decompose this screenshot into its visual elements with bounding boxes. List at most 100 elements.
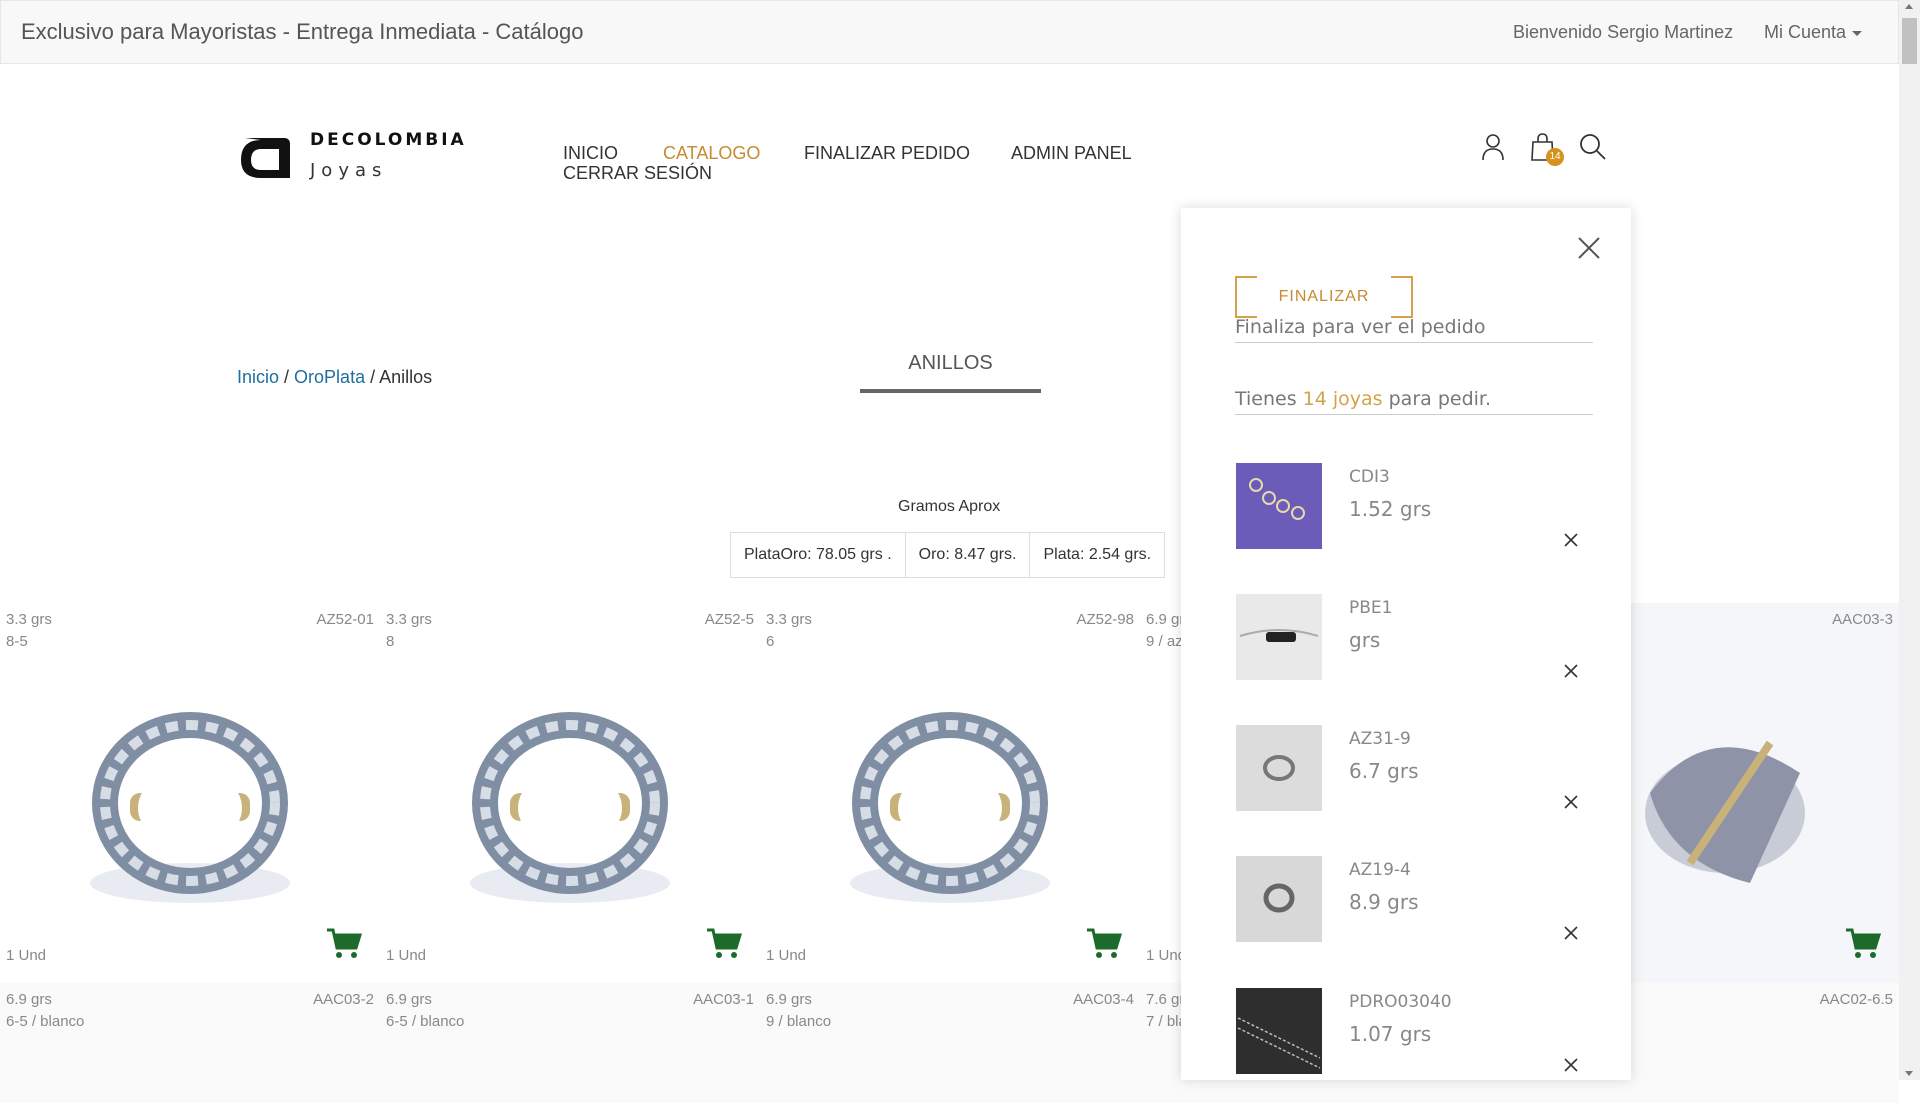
add-to-cart-icon[interactable] — [706, 927, 742, 959]
breadcrumb-sep: / — [279, 367, 295, 387]
count-prefix: Tienes — [1235, 388, 1303, 410]
item-thumbnail[interactable] — [1236, 594, 1322, 680]
product-units: 1 Und — [766, 947, 807, 964]
ring-product-image[interactable] — [1630, 693, 1820, 913]
product-size: 9 / blanco — [766, 1013, 832, 1030]
account-dropdown[interactable]: Mi Cuenta — [1764, 22, 1863, 43]
product-size: 8-5 — [6, 633, 28, 650]
product-weight: 6.9 grs — [6, 991, 52, 1008]
tab-anillos-label: ANILLOS — [908, 352, 993, 374]
product-weight: 6.9 grs — [386, 991, 432, 1008]
item-code: AZ19-4 — [1349, 860, 1411, 880]
product-card[interactable]: 3.3 grs 8-5 AZ52-01 1 Und — [0, 603, 380, 983]
remove-item-icon[interactable] — [1564, 1058, 1578, 1072]
item-grams: 8.9 grs — [1349, 890, 1419, 914]
item-grams: 1.52 grs — [1349, 497, 1432, 521]
product-units: 1 Und — [6, 947, 47, 964]
finalizar-button[interactable]: FINALIZAR — [1235, 276, 1413, 318]
product-code: AAC03-1 — [693, 991, 754, 1008]
item-grams: 1.07 grs — [1349, 1022, 1432, 1046]
product-card[interactable]: 6.9 grs 6-5 / blanco AAC03-1 — [380, 983, 760, 1103]
ring-product-image[interactable] — [75, 693, 305, 913]
product-card[interactable]: 6.9 grs 9 / blanco AAC03-4 — [760, 983, 1140, 1103]
account-label: Mi Cuenta — [1764, 22, 1847, 42]
product-code: AAC03-2 — [313, 991, 374, 1008]
product-code: AAC03-4 — [1073, 991, 1134, 1008]
cart-item: AZ19-4 8.9 grs — [1236, 856, 1596, 987]
navbar-brand[interactable]: Exclusivo para Mayoristas - Entrega Inme… — [21, 19, 583, 45]
product-size: 6-5 / blanco — [386, 1013, 465, 1030]
breadcrumb-home[interactable]: Inicio — [237, 367, 279, 387]
gramos-plataoro: PlataOro: 78.05 grs . — [731, 533, 906, 577]
close-icon[interactable] — [1577, 236, 1601, 260]
cart-item: CDI3 1.52 grs — [1236, 463, 1596, 594]
remove-item-icon[interactable] — [1564, 795, 1578, 809]
ring-product-image[interactable] — [835, 693, 1065, 913]
item-code: PBE1 — [1349, 598, 1393, 618]
product-size: 6 — [766, 633, 775, 650]
item-grams: grs — [1349, 628, 1381, 652]
tab-active-underline — [860, 389, 1041, 393]
product-card[interactable]: 6.9 grs 6-5 / blanco AAC03-2 — [0, 983, 380, 1103]
item-thumbnail[interactable] — [1236, 988, 1322, 1074]
ring-product-image[interactable] — [455, 693, 685, 913]
nav-catalogo[interactable]: CATALOGO — [663, 143, 760, 164]
product-units: 1 Und — [386, 947, 427, 964]
product-card[interactable]: 3.3 grs 8 AZ52-5 1 Und — [380, 603, 760, 983]
scroll-down-arrow-icon[interactable] — [1905, 1071, 1913, 1076]
gramos-title: Gramos Aprox — [898, 498, 1001, 515]
product-code: AZ52-98 — [1076, 611, 1134, 628]
breadcrumb-current: Anillos — [379, 367, 433, 387]
user-icon[interactable] — [1478, 132, 1508, 162]
count-suffix: para pedir. — [1382, 388, 1492, 410]
logo-text-sub: Joyas — [310, 160, 388, 181]
gramos-oro: Oro: 8.47 grs. — [906, 533, 1031, 577]
caret-down-icon — [1852, 30, 1863, 36]
welcome-text: Bienvenido Sergio Martinez — [1513, 22, 1734, 42]
product-code: AAC03-3 — [1832, 611, 1893, 628]
product-weight: 6.9 grs — [766, 991, 812, 1008]
cart-item: AZ31-9 6.7 grs — [1236, 725, 1596, 856]
finalizar-hint: Finaliza para ver el pedido — [1235, 316, 1593, 343]
add-to-cart-icon[interactable] — [1086, 927, 1122, 959]
logo-mark-icon — [241, 138, 290, 178]
add-to-cart-icon[interactable] — [1845, 927, 1881, 959]
item-code: AZ31-9 — [1349, 729, 1411, 749]
product-code: AZ52-5 — [704, 611, 754, 628]
item-grams: 6.7 grs — [1349, 759, 1419, 783]
count-highlight: 14 joyas — [1302, 388, 1383, 410]
item-code: PDRO03040 — [1349, 992, 1452, 1012]
tab-anillos[interactable]: ANILLOS — [860, 352, 1041, 393]
breadcrumb: Inicio / OroPlata / Anillos — [237, 367, 432, 388]
scroll-up-arrow-icon[interactable] — [1905, 4, 1913, 9]
product-size: 6-5 / blanco — [6, 1013, 85, 1030]
breadcrumb-oroplata[interactable]: OroPlata — [294, 367, 365, 387]
nav-inicio[interactable]: INICIO — [563, 143, 618, 164]
nav-cerrar-sesion[interactable]: CERRAR SESIÓN — [563, 163, 712, 184]
cart-item: PBE1 grs — [1236, 594, 1596, 725]
logo-text-main: DECOLOMBIA — [310, 130, 467, 150]
finalizar-button-label: FINALIZAR — [1278, 288, 1370, 305]
product-card[interactable]: 3.3 grs 6 AZ52-98 1 Und — [760, 603, 1140, 983]
remove-item-icon[interactable] — [1564, 926, 1578, 940]
cart-count-text: Tienes 14 joyas para pedir. — [1235, 388, 1593, 415]
gramos-summary: PlataOro: 78.05 grs . Oro: 8.47 grs. Pla… — [730, 532, 1166, 578]
breadcrumb-sep: / — [365, 367, 380, 387]
nav-admin-panel[interactable]: ADMIN PANEL — [1011, 143, 1132, 164]
top-navbar: Exclusivo para Mayoristas - Entrega Inme… — [0, 0, 1899, 64]
nav-finalizar-pedido[interactable]: FINALIZAR PEDIDO — [804, 143, 970, 164]
remove-item-icon[interactable] — [1564, 533, 1578, 547]
item-thumbnail[interactable] — [1236, 725, 1322, 811]
page-scrollbar[interactable] — [1899, 0, 1920, 1080]
cart-count-badge: 14 — [1546, 148, 1564, 166]
item-thumbnail[interactable] — [1236, 463, 1322, 549]
product-size: 8 — [386, 633, 395, 650]
scrollbar-thumb[interactable] — [1902, 18, 1917, 64]
search-icon[interactable] — [1578, 132, 1608, 162]
remove-item-icon[interactable] — [1564, 664, 1578, 678]
cart-panel: FINALIZAR Finaliza para ver el pedido Ti… — [1181, 208, 1631, 1080]
add-to-cart-icon[interactable] — [326, 927, 362, 959]
item-code: CDI3 — [1349, 467, 1390, 487]
item-thumbnail[interactable] — [1236, 856, 1322, 942]
cart-item: PDRO03040 1.07 grs — [1236, 988, 1596, 1119]
